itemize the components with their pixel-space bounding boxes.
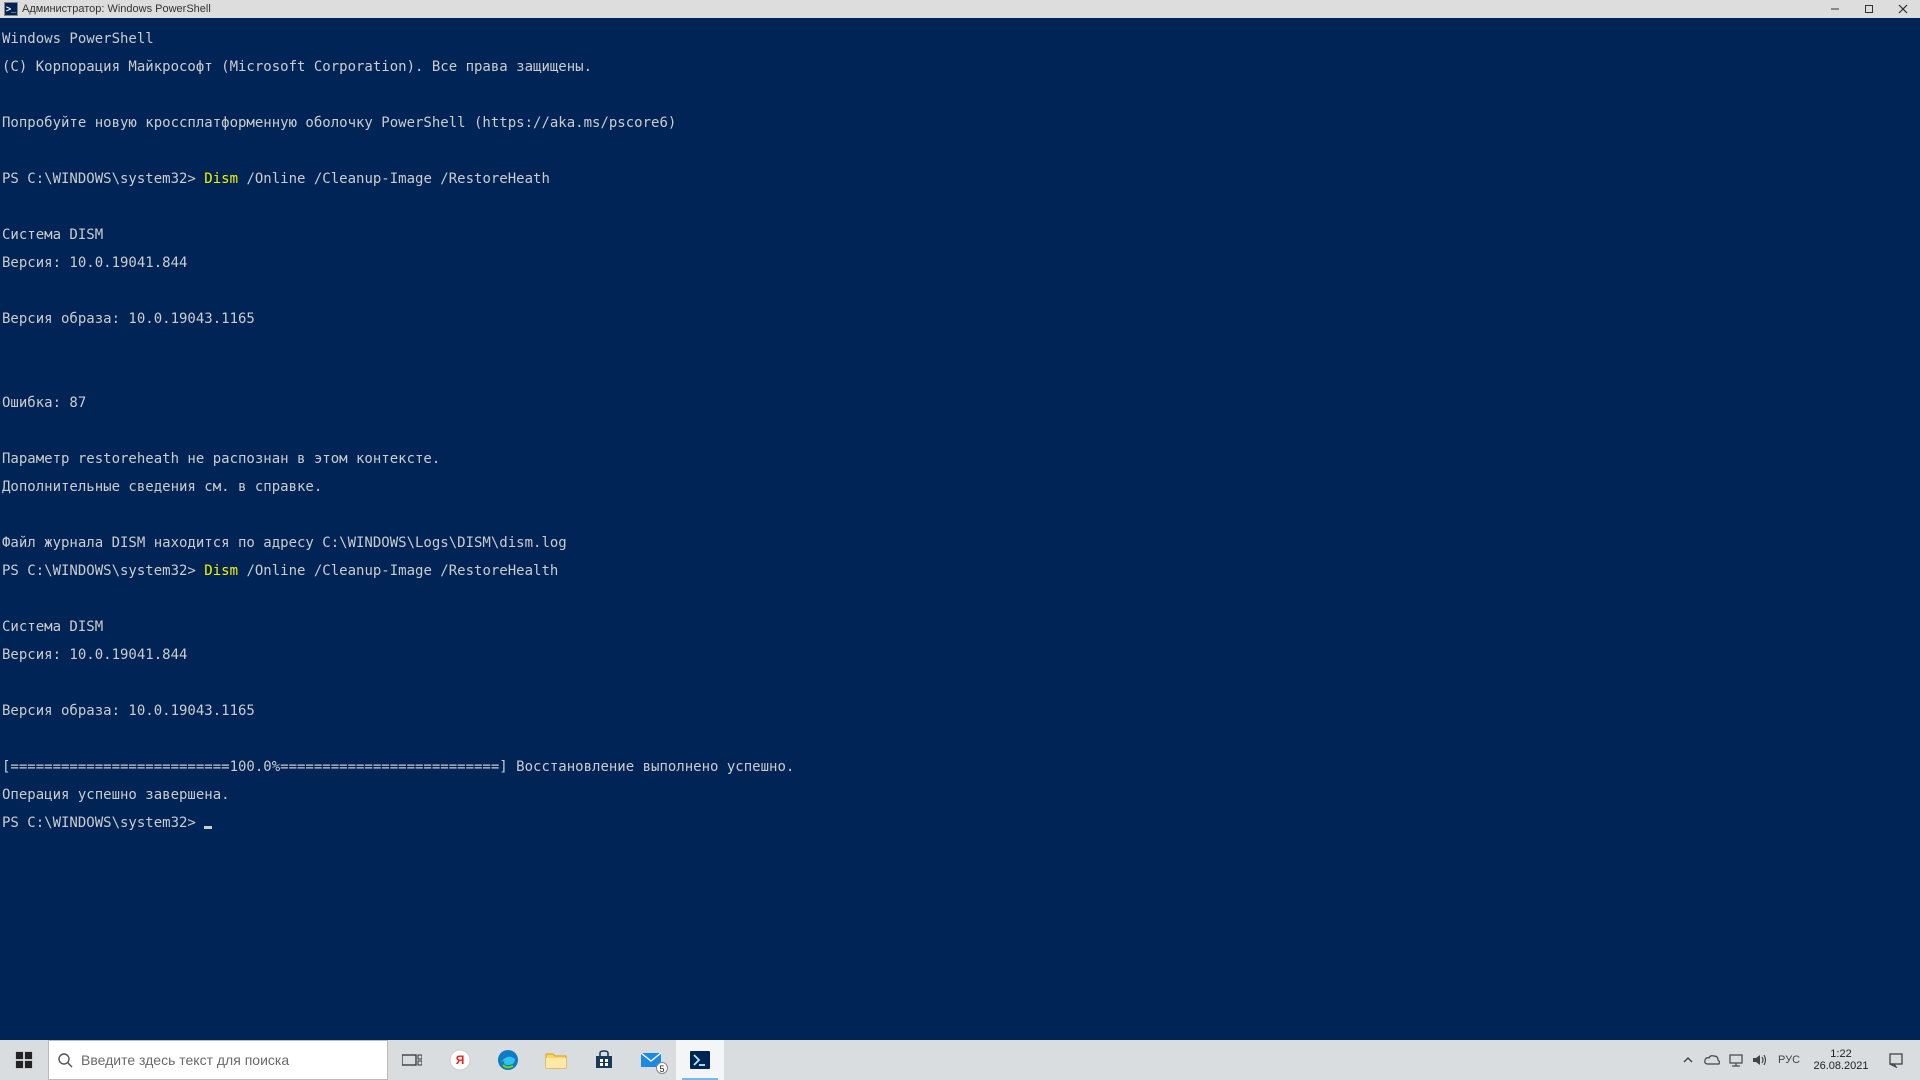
window-controls bbox=[1818, 0, 1920, 18]
taskbar-app-powershell[interactable] bbox=[676, 1040, 724, 1080]
terminal-line: Ошибка: 87 bbox=[2, 396, 1918, 410]
terminal-line bbox=[2, 88, 1918, 102]
tray-clock[interactable]: 1:22 26.08.2021 bbox=[1806, 1048, 1876, 1072]
terminal-line: Версия образа: 10.0.19043.1165 bbox=[2, 312, 1918, 326]
taskbar-app-edge[interactable] bbox=[484, 1040, 532, 1080]
tray-overflow-button[interactable] bbox=[1676, 1040, 1700, 1080]
window-title: Администратор: Windows PowerShell bbox=[22, 3, 1818, 15]
terminal-line: Версия образа: 10.0.19043.1165 bbox=[2, 704, 1918, 718]
taskbar-app-yandex[interactable]: Я bbox=[436, 1040, 484, 1080]
terminal-line bbox=[2, 340, 1918, 354]
minimize-button[interactable] bbox=[1818, 0, 1852, 18]
powershell-icon: >_ bbox=[4, 2, 18, 16]
terminal-line: (C) Корпорация Майкрософт (Microsoft Cor… bbox=[2, 60, 1918, 74]
mail-badge: 5 bbox=[656, 1062, 668, 1074]
tray-onedrive-icon[interactable] bbox=[1700, 1040, 1724, 1080]
search-box[interactable]: Введите здесь текст для поиска bbox=[48, 1040, 388, 1080]
terminal-line: Файл журнала DISM находится по адресу C:… bbox=[2, 536, 1918, 550]
terminal-line: Windows PowerShell bbox=[2, 32, 1918, 46]
terminal-line: Операция успешно завершена. bbox=[2, 788, 1918, 802]
tray-notifications-button[interactable] bbox=[1876, 1052, 1916, 1068]
terminal-line bbox=[2, 676, 1918, 690]
task-view-button[interactable] bbox=[388, 1040, 436, 1080]
terminal-line bbox=[2, 200, 1918, 214]
tray-network-icon[interactable] bbox=[1724, 1040, 1748, 1080]
taskbar-app-explorer[interactable] bbox=[532, 1040, 580, 1080]
maximize-button[interactable] bbox=[1852, 0, 1886, 18]
terminal-prompt: PS C:\WINDOWS\system32> Dism /Online /Cl… bbox=[2, 564, 1918, 578]
cursor bbox=[204, 826, 212, 829]
taskbar: Введите здесь текст для поиска Я 5 bbox=[0, 1040, 1920, 1080]
terminal-pane[interactable]: Windows PowerShell (C) Корпорация Майкро… bbox=[0, 18, 1920, 1040]
start-button[interactable] bbox=[0, 1040, 48, 1080]
taskbar-app-mail[interactable]: 5 bbox=[628, 1040, 676, 1080]
terminal-line bbox=[2, 732, 1918, 746]
terminal-line bbox=[2, 424, 1918, 438]
close-button[interactable] bbox=[1886, 0, 1920, 18]
terminal-line bbox=[2, 284, 1918, 298]
terminal-line: Параметр restoreheath не распознан в это… bbox=[2, 452, 1918, 466]
terminal-line: Cистема DISM bbox=[2, 620, 1918, 634]
terminal-line bbox=[2, 592, 1918, 606]
terminal-line: Версия: 10.0.19041.844 bbox=[2, 648, 1918, 662]
system-tray: РУС 1:22 26.08.2021 bbox=[1676, 1040, 1920, 1080]
taskbar-app-store[interactable] bbox=[580, 1040, 628, 1080]
search-placeholder: Введите здесь текст для поиска bbox=[81, 1052, 289, 1068]
terminal-line: Cистема DISM bbox=[2, 228, 1918, 242]
tray-volume-icon[interactable] bbox=[1748, 1040, 1772, 1080]
terminal-line bbox=[2, 144, 1918, 158]
tray-language[interactable]: РУС bbox=[1772, 1040, 1806, 1080]
terminal-line: Версия: 10.0.19041.844 bbox=[2, 256, 1918, 270]
window-titlebar: >_ Администратор: Windows PowerShell bbox=[0, 0, 1920, 18]
taskbar-apps: Я 5 bbox=[436, 1040, 724, 1080]
tray-time: 1:22 bbox=[1830, 1048, 1851, 1060]
svg-text:Я: Я bbox=[456, 1053, 465, 1067]
terminal-line: Дополнительные сведения см. в справке. bbox=[2, 480, 1918, 494]
terminal-line bbox=[2, 368, 1918, 382]
terminal-prompt: PS C:\WINDOWS\system32> Dism /Online /Cl… bbox=[2, 172, 1918, 186]
terminal-line: Попробуйте новую кроссплатформенную обол… bbox=[2, 116, 1918, 130]
terminal-line bbox=[2, 508, 1918, 522]
search-icon bbox=[49, 1052, 81, 1068]
terminal-prompt: PS C:\WINDOWS\system32> bbox=[2, 816, 1918, 830]
terminal-line: [==========================100.0%=======… bbox=[2, 760, 1918, 774]
tray-date: 26.08.2021 bbox=[1813, 1060, 1868, 1072]
